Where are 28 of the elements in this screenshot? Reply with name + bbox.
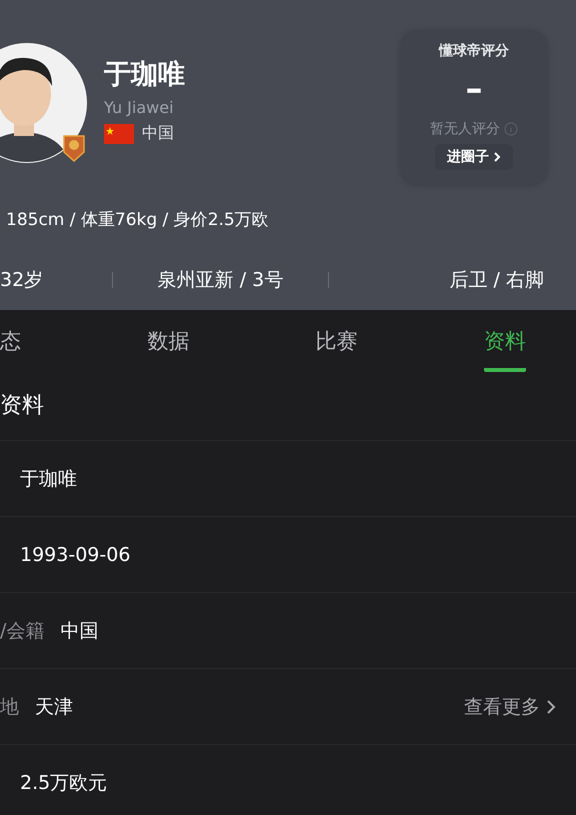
field-label: 地 — [0, 694, 19, 720]
fact-text: 后卫 / 右脚 — [448, 268, 544, 293]
field-value: 中国 — [60, 618, 98, 644]
chevron-icon — [546, 698, 556, 714]
chevron-icon — [493, 152, 501, 162]
rating-title: 懂球帝评分 — [439, 42, 509, 60]
body-stats: 185cm / 体重76kg / 身价2.5万欧 — [5, 209, 270, 231]
field-label: /会籍 — [0, 618, 44, 644]
tab[interactable]: 比赛 — [316, 324, 358, 372]
player-name: 于珈唯 — [104, 58, 185, 92]
info-icon — [504, 122, 518, 136]
field-value: 于珈唯 — [20, 466, 77, 492]
tab[interactable]: 资料 — [484, 324, 526, 372]
rating-note: 暂无人评分 — [430, 120, 500, 138]
section-title: 资料 — [0, 372, 576, 441]
field-value: 2.5万欧元 — [20, 770, 108, 796]
player-name-english: Yu Jiawei — [104, 98, 175, 117]
see-more-link[interactable]: 查看更多 — [464, 694, 556, 720]
country-label: 中国 — [142, 123, 174, 144]
join-circle-button[interactable]: 进圈子 — [435, 144, 513, 170]
rating-score: – — [466, 72, 482, 106]
fact-text: 32岁 — [0, 268, 44, 293]
field-value: 1993-09-06 — [20, 544, 130, 566]
tab[interactable]: 态 — [0, 324, 21, 372]
tab[interactable]: 数据 — [147, 324, 190, 372]
fact-text: 泉州亚新 / 3号 — [156, 268, 284, 293]
field-value: 天津 — [35, 694, 73, 720]
flag-icon — [104, 124, 134, 144]
